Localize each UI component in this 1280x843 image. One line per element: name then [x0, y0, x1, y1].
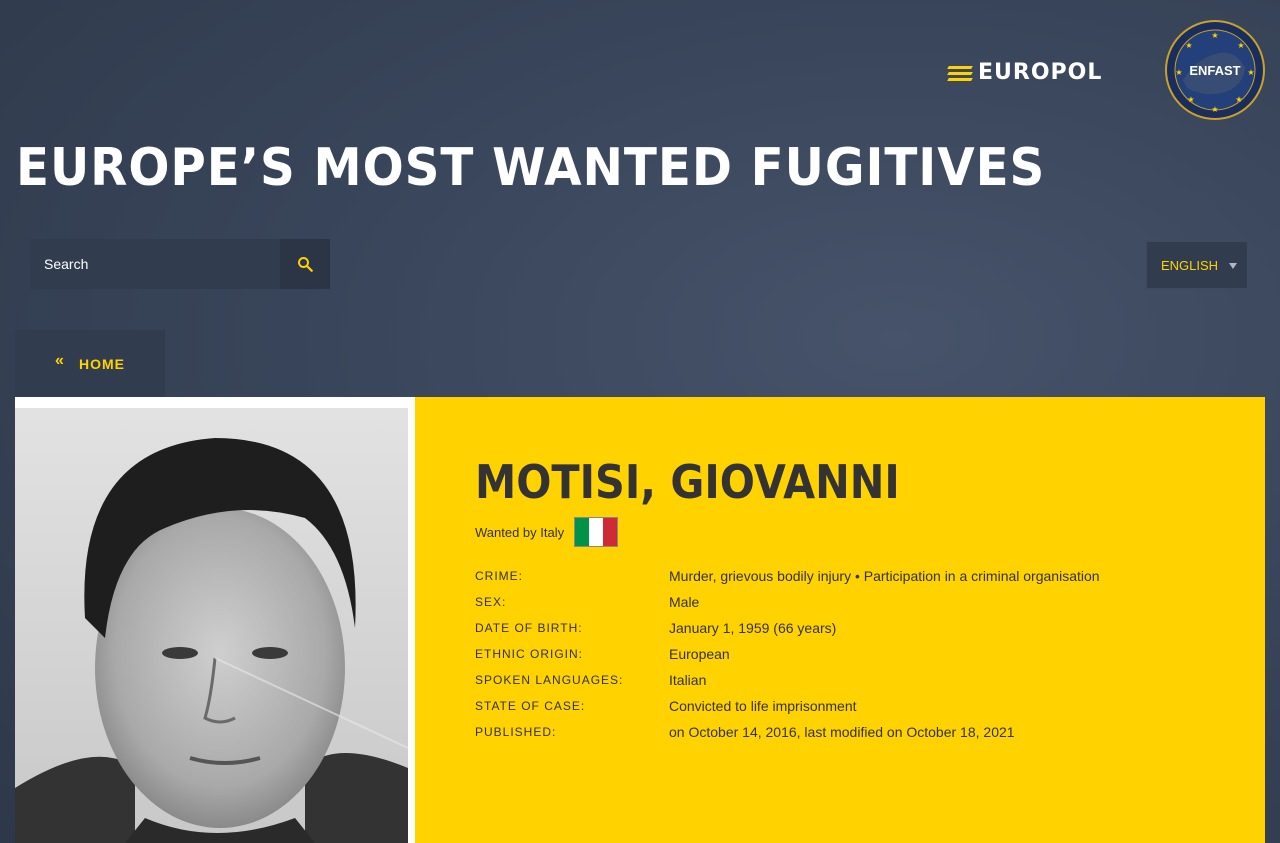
enfast-logo-text: ENFAST: [1189, 63, 1240, 78]
photo-panel: [15, 397, 415, 843]
search-box: [30, 239, 330, 289]
svg-text:★: ★: [1211, 31, 1218, 40]
svg-text:★: ★: [1187, 95, 1194, 104]
detail-value: European: [669, 646, 730, 662]
europol-logo[interactable]: EUROPOL: [947, 60, 1103, 85]
detail-label: SPOKEN LANGUAGES:: [475, 673, 624, 687]
svg-text:★: ★: [1211, 105, 1218, 114]
svg-text:★: ★: [1235, 95, 1242, 104]
detail-value: January 1, 1959 (66 years): [669, 620, 837, 636]
fugitive-name: MOTISI, GIOVANNI: [475, 455, 900, 509]
search-button[interactable]: [280, 239, 330, 289]
detail-value: Male: [669, 594, 700, 610]
enfast-logo[interactable]: ★ ★ ★ ★ ★ ★ ★ ★ ENFAST: [1165, 20, 1265, 120]
detail-row-spoken-languages: SPOKEN LANGUAGES: Italian: [475, 667, 1235, 693]
detail-label: PUBLISHED:: [475, 725, 557, 739]
detail-row-published: PUBLISHED: on October 14, 2016, last mod…: [475, 719, 1235, 745]
svg-text:★: ★: [1237, 41, 1244, 50]
detail-label: ETHNIC ORIGIN:: [475, 647, 584, 661]
europol-logo-text: EUROPOL: [978, 60, 1103, 85]
fugitive-photo: [15, 408, 408, 843]
language-select[interactable]: ENGLISH: [1145, 240, 1249, 290]
fugitive-info-panel: MOTISI, GIOVANNI Wanted by Italy CRIME: …: [415, 397, 1265, 843]
language-selected: ENGLISH: [1161, 257, 1219, 273]
detail-label: DATE OF BIRTH:: [475, 621, 583, 635]
fugitive-details: CRIME: Murder, grievous bodily injury • …: [475, 563, 1235, 745]
detail-label: SEX:: [475, 595, 507, 609]
europol-mark-icon: [947, 64, 973, 82]
search-input[interactable]: [30, 239, 280, 289]
detail-row-ethnic-origin: ETHNIC ORIGIN: European: [475, 641, 1235, 667]
home-label: HOME: [78, 355, 125, 372]
chevron-down-icon: [1229, 263, 1237, 269]
detail-row-date-of-birth: DATE OF BIRTH: January 1, 1959 (66 years…: [475, 615, 1235, 641]
detail-label: CRIME:: [475, 569, 523, 583]
svg-text:★: ★: [1175, 68, 1182, 77]
detail-row-state-of-case: STATE OF CASE: Convicted to life impriso…: [475, 693, 1235, 719]
double-chevron-left-icon: «: [55, 351, 65, 369]
home-link[interactable]: « HOME: [15, 330, 165, 397]
detail-row-sex: SEX: Male: [475, 589, 1235, 615]
detail-value: Convicted to life imprisonment: [669, 698, 857, 714]
wanted-by: Wanted by Italy: [475, 517, 619, 547]
svg-text:★: ★: [1247, 68, 1254, 77]
page-title: EUROPE’S MOST WANTED FUGITIVES: [16, 138, 1046, 198]
svg-text:★: ★: [1185, 41, 1192, 50]
detail-value: on October 14, 2016, last modified on Oc…: [669, 724, 1015, 740]
italy-flag-icon: [574, 517, 619, 547]
detail-label: STATE OF CASE:: [475, 699, 586, 713]
search-icon: [298, 257, 313, 272]
detail-value: Murder, grievous bodily injury • Partici…: [669, 568, 1100, 584]
detail-row-crime: CRIME: Murder, grievous bodily injury • …: [475, 563, 1235, 589]
wanted-by-label: Wanted by Italy: [475, 524, 565, 540]
detail-value: Italian: [669, 672, 707, 688]
